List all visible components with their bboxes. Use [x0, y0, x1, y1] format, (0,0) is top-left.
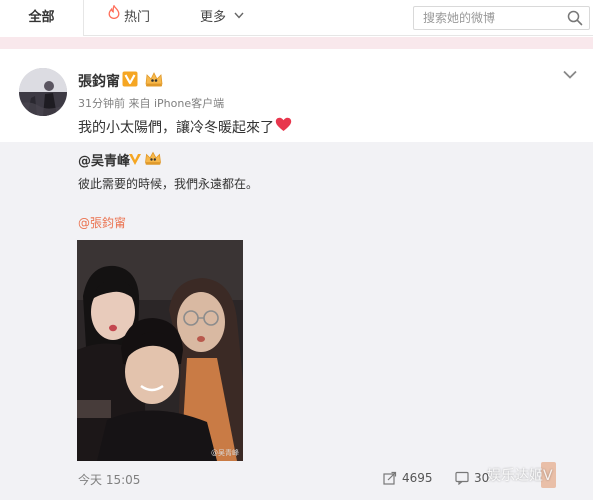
mention-link[interactable]: @張鈞甯 [78, 214, 126, 231]
crown-icon [144, 150, 162, 166]
chevron-down-icon [234, 0, 244, 34]
tab-more-label: 更多 [200, 10, 227, 25]
verified-v-icon [122, 71, 138, 87]
verified-v-icon [128, 151, 142, 165]
tab-hot[interactable]: 热门 [108, 0, 150, 36]
weibo-page: 全部 热门 更多 搜索她的微博 張鈞甯 31分钟前 来自 iPhone客户端 我… [0, 0, 593, 500]
chevron-down-icon[interactable] [562, 66, 578, 79]
photo-watermark: @吴青峰 [211, 449, 239, 457]
avatar[interactable] [19, 68, 67, 116]
repost-text: 彼此需要的時候，我們永遠都在。 [78, 177, 259, 191]
flame-icon [108, 0, 120, 34]
tab-hot-label: 热门 [124, 10, 151, 25]
repost-author[interactable]: @吴青峰 [78, 150, 130, 169]
comment-icon[interactable] [455, 470, 469, 486]
post-author[interactable]: 張鈞甯 [78, 71, 120, 91]
post-photo[interactable]: @吴青峰 [77, 240, 243, 461]
search-input[interactable] [414, 7, 564, 29]
repost-time: 今天 15:05 [78, 473, 141, 487]
spacer [0, 49, 593, 57]
repost-count[interactable]: 4695 [402, 471, 433, 485]
post-meta: 31分钟前 来自 iPhone客户端 [78, 97, 225, 110]
tab-all[interactable]: 全部 [0, 0, 84, 36]
profile-tab-bar: 全部 热门 更多 [0, 0, 593, 36]
crown-icon [144, 70, 164, 88]
repost-icon[interactable] [383, 470, 397, 485]
pink-divider [0, 37, 593, 49]
post-text-body: 我的小太陽們，讓冷冬暖起來了 [78, 120, 274, 136]
overlay-watermark: 娱乐达姬V [487, 468, 553, 484]
search-icon[interactable] [567, 10, 583, 26]
search-box [413, 6, 590, 30]
weibo-post-card: 張鈞甯 31分钟前 来自 iPhone客户端 我的小太陽們，讓冷冬暖起來了 @吴… [0, 57, 593, 500]
post-text: 我的小太陽們，讓冷冬暖起來了 [78, 117, 292, 137]
reposted-content: @吴青峰 彼此需要的時候，我們永遠都在。 @張鈞甯 @吴青峰 今天 15:05 … [0, 142, 593, 500]
heart-icon [275, 117, 292, 136]
tab-more[interactable]: 更多 [200, 0, 244, 36]
